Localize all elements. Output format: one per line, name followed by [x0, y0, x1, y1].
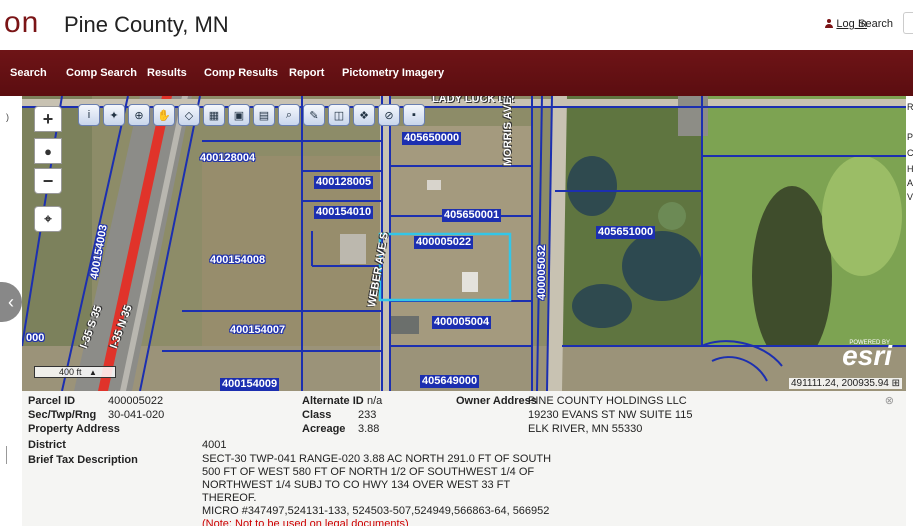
- select-icon[interactable]: ▦: [203, 104, 225, 126]
- site-logo[interactable]: on: [4, 6, 39, 40]
- legal-description: SECT-30 TWP-041 RANGE-020 3.88 AC NORTH …: [202, 453, 562, 526]
- save-icon[interactable]: ▪: [403, 104, 425, 126]
- expand-icon[interactable]: ⊞: [892, 378, 900, 389]
- sec-twp-rng-label: Sec/Twp/Rng: [28, 409, 97, 421]
- acreage-label: Acreage: [302, 423, 346, 435]
- parcel-info-popup: Parcel ID 400005022 Sec/Twp/Rng 30-041-0…: [22, 391, 906, 526]
- close-popup-icon[interactable]: ⊗: [885, 394, 894, 407]
- right-panel: R P C H A V: [906, 96, 913, 396]
- eraser-icon[interactable]: ◇: [178, 104, 200, 126]
- property-address-label: Property Address: [28, 423, 120, 435]
- parcel-label-selected[interactable]: 400005022: [414, 236, 474, 249]
- coordinate-readout: 491111.24, 200935.94 ⊞: [788, 378, 902, 389]
- map-toolbar: i ✦ ⊕ ✋ ◇ ▦ ▣ ▤ ⌕ ✎ ◫ ❖ ⊘ ▪: [78, 104, 425, 130]
- magnify-icon[interactable]: ⌕: [278, 104, 300, 126]
- class-value: 233: [358, 409, 377, 421]
- alternate-id-value: n/a: [367, 395, 383, 407]
- left-edge-divider: [6, 446, 10, 464]
- legal-line: SECT-30 TWP-041 RANGE-020 3.88 AC NORTH …: [202, 453, 552, 465]
- highlight-icon[interactable]: ✦: [103, 104, 125, 126]
- owner-city: ELK RIVER, MN 55330: [528, 423, 643, 435]
- parcel-label[interactable]: 400154010: [314, 206, 374, 219]
- legal-line: MICRO #347497,524131-133, 524503-507,524…: [202, 505, 550, 517]
- parcel-id-label: Parcel ID: [28, 395, 76, 407]
- parcel-label[interactable]: 400154009: [220, 378, 280, 391]
- zoom-area-icon[interactable]: ⊕: [128, 104, 150, 126]
- parcel-label[interactable]: 400005004: [432, 316, 492, 329]
- parcel-label[interactable]: 400005032: [536, 243, 549, 302]
- parcel-label[interactable]: 405651000: [596, 226, 656, 239]
- right-panel-text: R: [907, 102, 913, 112]
- brief-tax-description-label: Brief Tax Description: [28, 454, 138, 466]
- extent-icon[interactable]: ◫: [328, 104, 350, 126]
- parcel-label[interactable]: 400154007: [228, 324, 287, 337]
- zoom-in-button[interactable]: +: [34, 106, 62, 132]
- nav-report[interactable]: Report: [289, 67, 324, 79]
- scale-toggle-icon[interactable]: ▲: [89, 368, 97, 378]
- header-search-input[interactable]: [903, 12, 913, 34]
- right-panel-text: H: [907, 164, 913, 174]
- scale-label: 400 ft: [59, 367, 82, 377]
- page: on Pine County, MN Log In Search Search …: [0, 0, 913, 526]
- parcel-label[interactable]: 405650001: [442, 209, 502, 222]
- parcel-id-value: 400005022: [108, 395, 164, 407]
- alternate-id-label: Alternate ID: [302, 395, 364, 407]
- bookmark-icon[interactable]: ❖: [353, 104, 375, 126]
- parcel-label[interactable]: 400128005: [314, 176, 374, 189]
- sec-twp-rng-value: 30-041-020: [108, 409, 165, 421]
- right-panel-text: V: [907, 192, 913, 202]
- buildings-icon[interactable]: ▤: [253, 104, 275, 126]
- nav-search[interactable]: Search: [10, 67, 47, 79]
- header-search-link[interactable]: Search: [858, 18, 893, 30]
- nav-pictometry-imagery[interactable]: Pictometry Imagery: [342, 67, 444, 79]
- acreage-value: 3.88: [358, 423, 380, 435]
- right-panel-text: A: [907, 178, 913, 188]
- scale-bar: 400 ft ▲: [34, 366, 116, 378]
- parcel-label[interactable]: 400154008: [208, 254, 267, 267]
- legal-note: (Note: Not to be used on legal documents…: [202, 518, 409, 526]
- main-nav: Search Comp Search Results Comp Results …: [0, 50, 913, 96]
- parcel-label[interactable]: 405650000: [402, 132, 462, 145]
- map-view[interactable]: LADY LUCK DR MORRIS AVE S 134 WEBER AVE …: [22, 96, 906, 391]
- legal-line: 500 FT OF WEST 580 FT OF NORTH 1/2 OF SO…: [202, 466, 535, 478]
- info-icon[interactable]: i: [78, 104, 100, 126]
- right-panel-text: C: [907, 148, 913, 158]
- legal-line: NORTHWEST 1/4 SUBJ TO CO HWY 134 OVER WE…: [202, 479, 510, 504]
- globe-icon[interactable]: ●: [34, 138, 62, 164]
- district-value: 4001: [202, 439, 227, 451]
- locate-icon[interactable]: ⌖: [34, 206, 62, 232]
- user-icon: [825, 19, 834, 28]
- nav-comp-results[interactable]: Comp Results: [204, 67, 278, 79]
- owner-street: 19230 EVANS ST NW SUITE 115: [528, 409, 693, 421]
- right-panel-text: P: [907, 132, 913, 142]
- layers-icon[interactable]: ▣: [228, 104, 250, 126]
- parcel-label[interactable]: 405649000: [420, 375, 480, 388]
- owner-name: PINE COUNTY HOLDINGS LLC: [528, 395, 687, 407]
- class-label: Class: [302, 409, 332, 421]
- district-label: District: [28, 439, 66, 451]
- collapse-left-panel-button[interactable]: ‹: [0, 282, 22, 322]
- header: on Pine County, MN Log In Search: [0, 0, 913, 50]
- parcel-label[interactable]: 000: [24, 332, 46, 345]
- identify-icon[interactable]: ⊘: [378, 104, 400, 126]
- left-edge-marker: ): [6, 112, 9, 122]
- nav-results[interactable]: Results: [147, 67, 187, 79]
- coordinate-value: 491111.24, 200935.94: [790, 378, 889, 389]
- draw-icon[interactable]: ✎: [303, 104, 325, 126]
- road-label-morris-ave: MORRIS AVE S 134: [502, 96, 514, 166]
- nav-comp-search[interactable]: Comp Search: [66, 67, 137, 79]
- parcel-label[interactable]: 400128004: [198, 152, 257, 165]
- pan-icon[interactable]: ✋: [153, 104, 175, 126]
- zoom-out-button[interactable]: −: [34, 168, 62, 194]
- site-title: Pine County, MN: [64, 12, 229, 37]
- owner-address-label: Owner Address: [456, 395, 537, 407]
- esri-logo: esri: [842, 340, 892, 371]
